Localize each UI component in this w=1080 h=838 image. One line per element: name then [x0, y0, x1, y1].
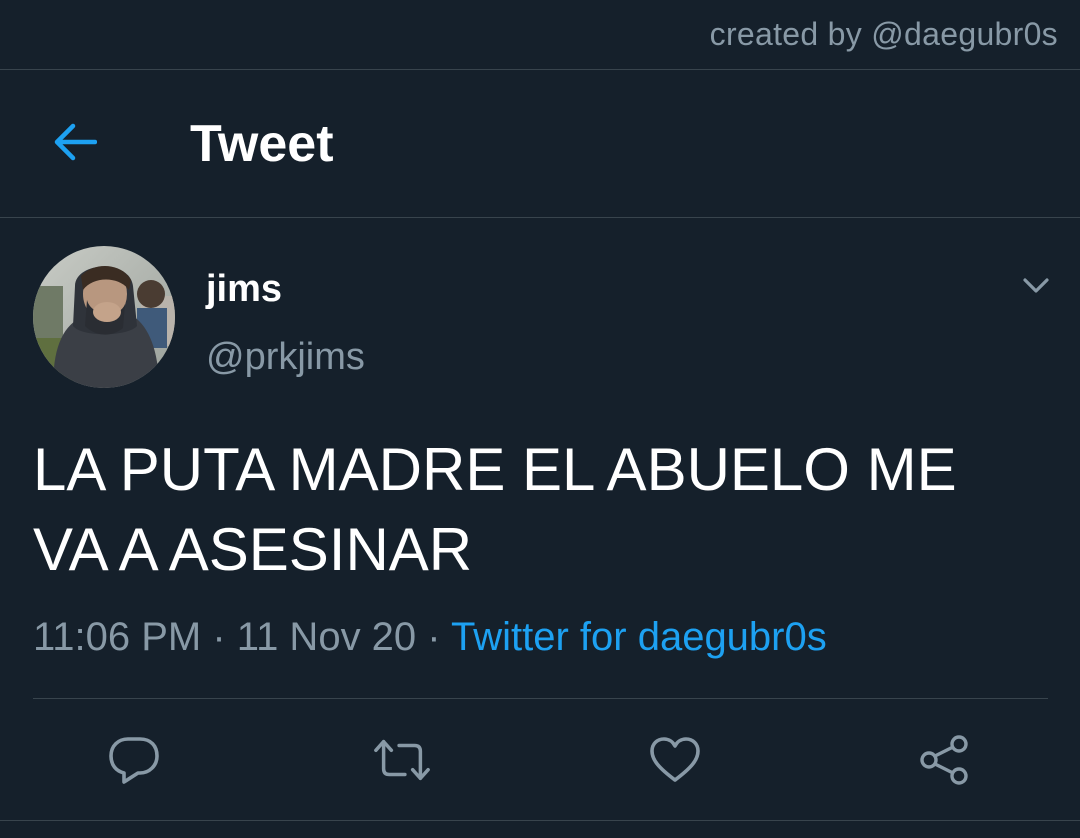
reply-button[interactable]	[104, 730, 164, 790]
share-icon	[920, 735, 968, 785]
tweet-screen: created by @daegubr0s Tweet jims @prkjim…	[0, 0, 1080, 838]
share-button[interactable]	[914, 730, 974, 790]
meta-divider	[33, 698, 1048, 699]
tweet-source-link[interactable]: Twitter for daegubr0s	[451, 615, 827, 659]
back-button[interactable]	[46, 114, 102, 170]
avatar[interactable]	[33, 246, 175, 388]
retweet-button[interactable]	[372, 730, 432, 790]
meta-separator: ·	[201, 615, 237, 659]
bottom-divider	[0, 820, 1080, 821]
tweet-time: 11:06 PM	[33, 615, 202, 659]
tweet-date: 11 Nov 20	[236, 615, 417, 659]
chevron-down-icon	[1023, 278, 1049, 293]
header-divider	[0, 217, 1080, 218]
header-bar: Tweet	[0, 70, 1080, 217]
tweet-text-line: LA PUTA MADRE EL ABUELO ME	[33, 436, 957, 503]
author-handle[interactable]: @prkjims	[206, 334, 365, 380]
retweet-icon	[374, 739, 430, 781]
like-icon	[650, 737, 700, 782]
reply-icon	[109, 737, 159, 784]
tweet-meta: 11:06 PM · 11 Nov 20 · Twitter for daegu…	[33, 612, 827, 662]
tweet-text-line: VA A ASESINAR	[33, 516, 473, 583]
tweet-text: LA PUTA MADRE EL ABUELO ME VA A ASESINAR	[33, 430, 1043, 590]
watermark-text: created by @daegubr0s	[709, 16, 1058, 52]
tweet-actions	[0, 720, 1080, 800]
avatar-photo	[33, 246, 175, 388]
arrow-left-icon	[54, 123, 97, 161]
tweet-options-button[interactable]	[1016, 266, 1056, 306]
author-display-name[interactable]: jims	[206, 266, 282, 312]
like-button[interactable]	[645, 730, 705, 790]
meta-separator: ·	[416, 615, 451, 659]
page-title: Tweet	[190, 115, 334, 173]
